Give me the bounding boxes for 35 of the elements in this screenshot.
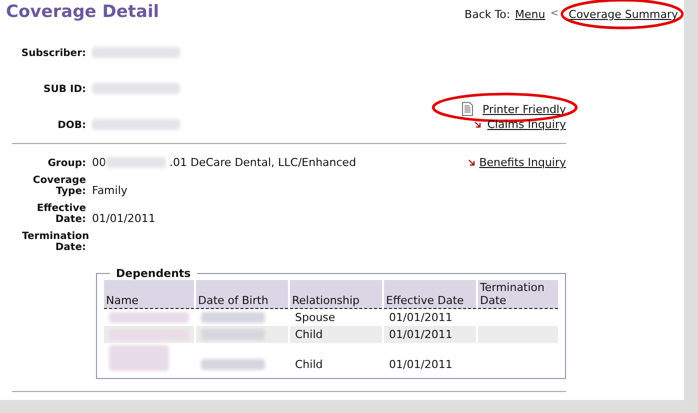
field-value: 01/01/2011 (92, 212, 156, 225)
field-label: Group: (46, 158, 86, 169)
field-label: Subscriber: (20, 48, 86, 59)
back-to-label: Back To: (464, 8, 510, 21)
field-label: Termination Date: (22, 231, 86, 253)
arrow-icon (468, 159, 476, 166)
field-label: DOB: (56, 120, 86, 131)
field-label: Effective Date: (36, 203, 86, 225)
table-cell-text: Spouse (294, 310, 336, 326)
table-cell-text: 01/01/2011 (388, 310, 454, 326)
page-title: Coverage Detail (6, 2, 160, 22)
separator: < (550, 8, 559, 21)
table-cell-text: Child (294, 357, 324, 373)
field-value: .01 DeCare Dental, LLC/Enhanced (170, 156, 356, 169)
benefits-inquiry-link[interactable]: Benefits Inquiry (479, 156, 566, 169)
redacted-value (106, 157, 166, 168)
field-label: SUB ID: (42, 84, 86, 95)
arrow-icon (474, 121, 482, 128)
field-value: Family (92, 184, 128, 197)
back-link[interactable]: Menu (515, 8, 546, 21)
table-cell-text: 01/01/2011 (388, 357, 454, 373)
redacted-date (201, 312, 265, 324)
redacted-date (201, 359, 265, 370)
column-header: Relationship (290, 280, 382, 309)
table-cell: 01/01/2011 (384, 326, 476, 343)
column-header: Effective Date (384, 280, 476, 309)
dependents-legend: Dependents (110, 267, 197, 280)
field-label: Coverage Type: (32, 175, 86, 197)
document-icon (462, 102, 473, 116)
column-header: Date of Birth (196, 280, 288, 309)
column-header: Name (104, 280, 194, 309)
column-header: Termination Date (478, 280, 558, 309)
group-prefix: 00 (92, 156, 106, 169)
action-link[interactable]: Claims Inquiry (487, 118, 566, 131)
table-cell: Child (290, 326, 382, 343)
